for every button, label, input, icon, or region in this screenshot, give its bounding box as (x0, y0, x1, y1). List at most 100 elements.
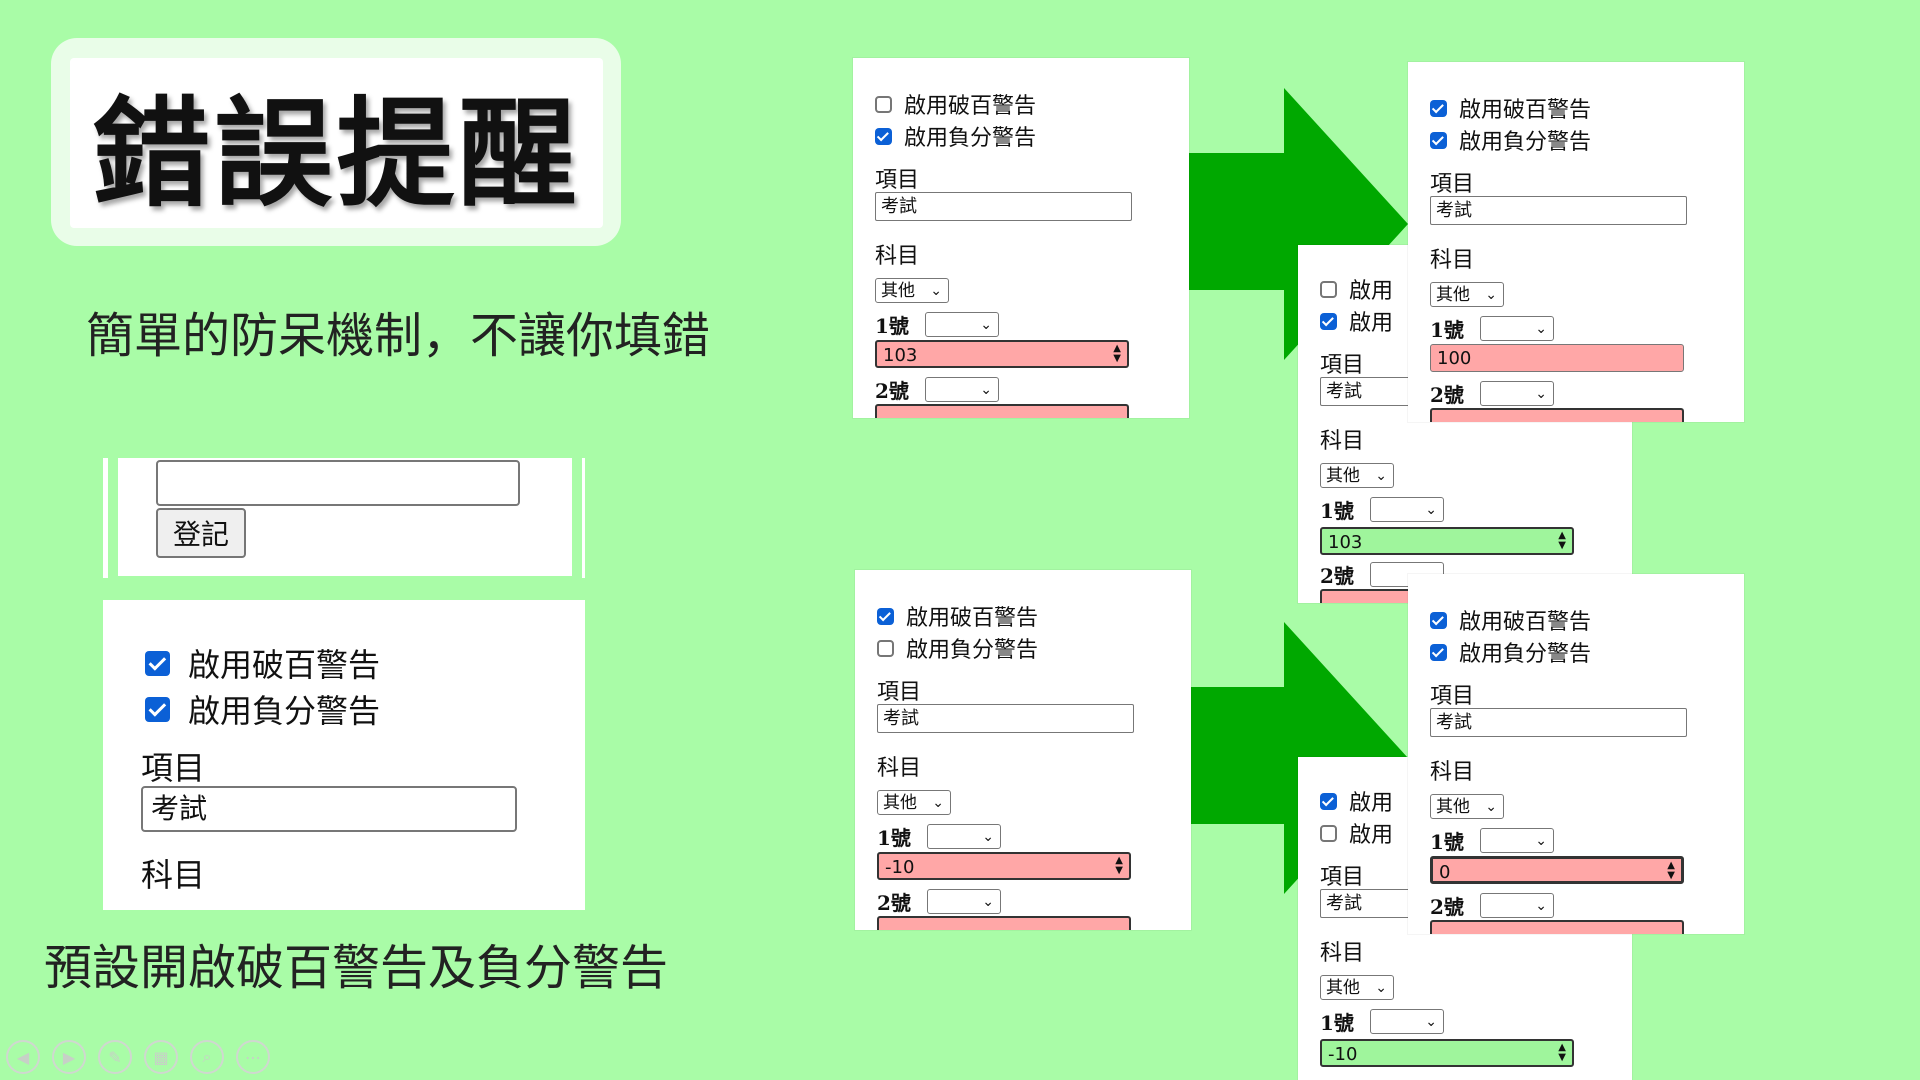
subject-select[interactable]: 其他 ⌄ (877, 790, 951, 815)
pen-icon[interactable]: ✎ (98, 1040, 132, 1074)
slides-icon[interactable]: ▦ (144, 1040, 178, 1074)
subject-select[interactable]: 其他 ⌄ (1430, 282, 1504, 307)
spinner-icon[interactable]: ▲ ▼ (1558, 1043, 1566, 1063)
form-a1-chkneg[interactable]: 啟用負分警告 (875, 120, 1036, 152)
item-input[interactable]: 考試 (877, 704, 1134, 733)
no1-select[interactable]: ⌄ (1370, 497, 1444, 522)
checkbox-row-100[interactable]: 啟用破百警告 (145, 640, 380, 686)
item-input[interactable]: 考試 (1430, 196, 1687, 225)
form-a1-chk100[interactable]: 啟用破百警告 (875, 88, 1036, 120)
no1-select[interactable]: ⌄ (1480, 316, 1554, 341)
form-b1-chkneg[interactable]: 啟用負分警告 (877, 632, 1038, 664)
form-a2-chk100[interactable]: 啟用破百警告 (1430, 92, 1591, 124)
item-input[interactable]: 考試 (141, 786, 517, 832)
no2-select[interactable]: ⌄ (1480, 893, 1554, 918)
subject-select[interactable]: 其他 ⌄ (1320, 463, 1394, 488)
checkbox-row-negative[interactable]: 啟用負分警告 (145, 686, 380, 732)
slide-caption: 預設開啟破百警告及負分警告 (44, 940, 669, 996)
checkbox-icon[interactable] (1320, 312, 1337, 330)
item-input[interactable]: 考試 (1430, 708, 1687, 737)
more-icon[interactable]: ⋯ (236, 1040, 270, 1074)
no2-select[interactable]: ⌄ (1480, 381, 1554, 406)
chevron-down-icon: ⌄ (1425, 1014, 1437, 1030)
checkbox-icon[interactable] (877, 639, 894, 657)
no2-label: 2號 (1320, 564, 1354, 588)
checkbox-icon[interactable] (875, 95, 892, 113)
prev-icon[interactable]: ◀ (6, 1040, 40, 1074)
spinner-icon[interactable]: ▲ ▼ (1115, 856, 1123, 876)
spinner-icon[interactable]: ▲ ▼ (1113, 344, 1121, 364)
form-b1-chk100[interactable]: 啟用破百警告 (877, 600, 1038, 632)
spinner-icon[interactable]: ▲ ▼ (1558, 531, 1566, 551)
slide-subtitle: 簡單的防呆機制，不讓你填錯 (86, 308, 711, 364)
form-b1: 啟用破百警告 啟用負分警告 項目 考試 科目 其他 ⌄ 1號 ⌄ -10 ▲ ▼ 2號… (855, 570, 1191, 930)
form-a3-chk100[interactable]: 啟用 (1320, 273, 1393, 305)
checkbox-icon[interactable] (1430, 643, 1447, 661)
form-b2-chkneg[interactable]: 啟用負分警告 (1430, 636, 1591, 668)
checkbox-icon[interactable] (875, 127, 892, 145)
no1-select[interactable]: ⌄ (1480, 828, 1554, 853)
section-divider (103, 578, 585, 600)
form-b3-chkneg[interactable]: 啟用 (1320, 817, 1393, 849)
no1-label: 1號 (1430, 318, 1464, 342)
checkbox-icon[interactable] (1430, 99, 1447, 117)
spinner-icon[interactable]: ▲ ▼ (1667, 861, 1675, 881)
no2-label: 2號 (1430, 895, 1464, 919)
no1-score-input[interactable]: -10 ▲ ▼ (1320, 1039, 1574, 1067)
subject-label: 科目 (875, 244, 920, 269)
no2-select[interactable]: ⌄ (925, 377, 999, 402)
register-button[interactable]: 登記 (156, 508, 246, 558)
register-section: 登記 (118, 458, 572, 576)
checkbox-icon[interactable] (1320, 792, 1337, 810)
subject-label: 科目 (1320, 429, 1365, 454)
chevron-down-icon: ⌄ (1485, 287, 1497, 303)
subject-select[interactable]: 其他 ⌄ (1320, 975, 1394, 1000)
item-label: 項目 (1430, 684, 1475, 709)
checkbox-icon[interactable] (877, 607, 894, 625)
chevron-down-icon: ⌄ (1535, 386, 1547, 402)
form-b3-chk100[interactable]: 啟用 (1320, 785, 1393, 817)
item-input[interactable]: 考試 (875, 192, 1132, 221)
no2-select[interactable]: ⌄ (927, 889, 1001, 914)
no2-score-input[interactable] (1430, 408, 1684, 422)
chevron-down-icon: ⌄ (1485, 799, 1497, 815)
subject-select[interactable]: 其他 ⌄ (875, 278, 949, 303)
subject-select[interactable]: 其他 ⌄ (1430, 794, 1504, 819)
subject-label: 科目 (1430, 760, 1475, 785)
no1-select[interactable]: ⌄ (927, 824, 1001, 849)
form-a2-chkneg[interactable]: 啟用負分警告 (1430, 124, 1591, 156)
no2-score-input[interactable] (877, 916, 1131, 930)
form-b2-chk100[interactable]: 啟用破百警告 (1430, 604, 1591, 636)
form-a3-chkneg[interactable]: 啟用 (1320, 305, 1393, 337)
checkbox-icon[interactable] (1430, 611, 1447, 629)
next-icon[interactable]: ▶ (52, 1040, 86, 1074)
checkbox-negative[interactable] (145, 696, 170, 722)
zoomed-form-panel: 登記 啟用破百警告 啟用負分警告 項目 考試 科目 (103, 458, 585, 910)
no2-score-input[interactable] (875, 404, 1129, 418)
no1-label: 1號 (877, 826, 911, 850)
no2-score-input[interactable] (1430, 920, 1684, 934)
no1-select[interactable]: ⌄ (1370, 1009, 1444, 1034)
no1-select[interactable]: ⌄ (925, 312, 999, 337)
no1-score-input[interactable]: 103 ▲ ▼ (1320, 527, 1574, 555)
chevron-down-icon: ⌄ (1535, 833, 1547, 849)
no1-score-input[interactable]: 100 (1430, 344, 1684, 372)
title-inner: 錯誤提醒 (70, 58, 603, 228)
name-input[interactable] (156, 460, 520, 506)
subject-label: 科目 (1430, 248, 1475, 273)
no1-label: 1號 (1320, 1011, 1354, 1035)
no1-label: 1號 (1430, 830, 1464, 854)
checkbox-icon[interactable] (1430, 131, 1447, 149)
item-label: 項目 (141, 749, 206, 787)
checkbox-icon[interactable] (1320, 824, 1337, 842)
checkbox-negative-label: 啟用負分警告 (188, 692, 381, 730)
no2-label: 2號 (1430, 383, 1464, 407)
no1-score-input[interactable]: 0 ▲ ▼ (1430, 856, 1684, 884)
no1-score-input[interactable]: 103 ▲ ▼ (875, 340, 1129, 368)
chevron-down-icon: ⌄ (930, 283, 942, 299)
zoom-icon[interactable]: ⌕ (190, 1040, 224, 1074)
no1-score-input[interactable]: -10 ▲ ▼ (877, 852, 1131, 880)
checkbox-icon[interactable] (1320, 280, 1337, 298)
no2-label: 2號 (877, 891, 911, 915)
checkbox-100[interactable] (145, 650, 170, 676)
